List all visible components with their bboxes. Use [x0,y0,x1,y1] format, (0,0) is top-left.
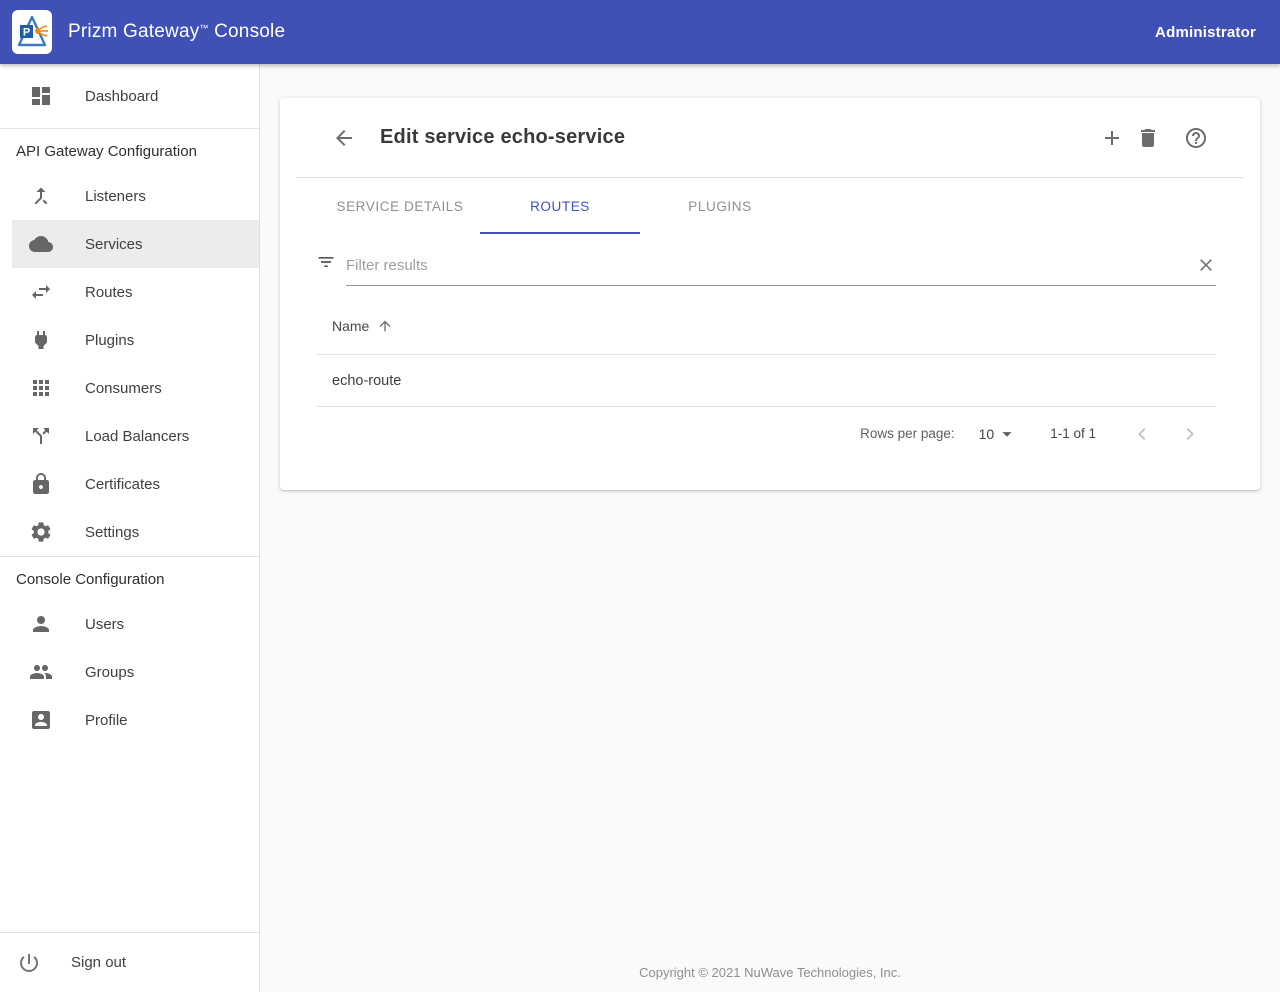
sidebar-item-consumers[interactable]: Consumers [0,364,259,412]
power-icon [17,951,41,975]
chevron-left-icon [1130,422,1154,446]
delete-service-button[interactable] [1136,126,1160,150]
sidebar-item-listeners[interactable]: Listeners [0,172,259,220]
sidebar-item-routes[interactable]: Routes [0,268,259,316]
cloud-icon [29,232,53,256]
sidebar-item-label: Routes [85,284,133,301]
section-header-api-gateway: API Gateway Configuration [0,129,259,172]
sidebar-item-groups[interactable]: Groups [0,648,259,696]
help-circle-icon [1184,126,1208,150]
sign-out-button[interactable]: Sign out [0,933,259,992]
gear-icon [29,520,53,544]
plus-icon [1100,126,1124,150]
lock-icon [29,472,53,496]
sidebar: Dashboard API Gateway Configuration List… [0,64,260,992]
sidebar-item-plugins[interactable]: Plugins [0,316,259,364]
sidebar-item-certificates[interactable]: Certificates [0,460,259,508]
tab-bar: SERVICE DETAILS ROUTES PLUGINS [320,178,1260,234]
sidebar-item-label: Users [85,616,124,633]
add-route-button[interactable] [1100,126,1124,150]
section-header-console-config: Console Configuration [0,557,259,600]
tab-routes[interactable]: ROUTES [480,178,640,234]
sidebar-item-users[interactable]: Users [0,600,259,648]
pagination: Rows per page: 10 1-1 of 1 [280,407,1260,460]
sidebar-item-services[interactable]: Services [0,220,259,268]
sidebar-item-label: Consumers [85,380,162,397]
sidebar-item-label: Plugins [85,332,134,349]
sidebar-item-label: Certificates [85,476,160,493]
contact-card-icon [29,708,53,732]
page-title: Edit service echo-service [380,126,625,149]
prizm-logo: P [12,10,52,54]
call-merge-icon [29,184,53,208]
dashboard-icon [29,84,53,108]
chevron-down-icon [996,423,1018,445]
person-icon [29,612,53,636]
trademark-symbol: ™ [199,23,208,33]
sidebar-item-dashboard[interactable]: Dashboard [0,72,259,120]
sidebar-item-profile[interactable]: Profile [0,696,259,744]
card-header: Edit service echo-service [280,98,1260,177]
swap-horizontal-icon [29,280,53,304]
rows-per-page-label: Rows per page: [860,426,955,441]
routes-table: Name echo-route [280,298,1260,407]
help-button[interactable] [1184,126,1208,150]
filter-field [346,251,1216,286]
user-menu-administrator[interactable]: Administrator [1155,24,1256,41]
filter-list-icon [316,252,336,272]
edit-service-card: Edit service echo-service [280,98,1260,490]
tab-service-details[interactable]: SERVICE DETAILS [320,178,480,234]
back-arrow-icon[interactable] [332,126,356,150]
route-name-cell: echo-route [332,373,401,389]
table-row[interactable]: echo-route [316,355,1216,406]
sidebar-item-load-balancers[interactable]: Load Balancers [0,412,259,460]
sidebar-item-settings[interactable]: Settings [0,508,259,556]
sidebar-item-label: Profile [85,712,128,729]
rows-per-page-select[interactable]: 10 [979,423,1019,445]
previous-page-button[interactable] [1130,422,1154,446]
main-content: Edit service echo-service [260,64,1280,992]
clear-x-icon[interactable] [1196,255,1216,275]
pagination-range: 1-1 of 1 [1050,426,1096,441]
svg-text:P: P [23,27,30,39]
sidebar-item-label: Settings [85,524,139,541]
filter-input[interactable] [346,251,1196,279]
column-header-name[interactable]: Name [316,298,1216,354]
sidebar-item-label: Dashboard [85,88,158,105]
sidebar-item-label: Groups [85,664,134,681]
copyright-footer: Copyright © 2021 NuWave Technologies, In… [260,965,1280,980]
trash-icon [1136,126,1160,150]
people-icon [29,660,53,684]
sign-out-label: Sign out [71,954,126,971]
arrow-up-icon [377,318,393,334]
next-page-button[interactable] [1178,422,1202,446]
app-bar: P Prizm Gateway™ Console Administrator [0,0,1280,64]
sidebar-item-label: Load Balancers [85,428,189,445]
power-plug-icon [29,328,53,352]
call-split-icon [29,424,53,448]
chevron-right-icon [1178,422,1202,446]
sidebar-item-label: Listeners [85,188,146,205]
tab-plugins[interactable]: PLUGINS [640,178,800,234]
sidebar-item-label: Services [85,236,143,253]
app-title: Prizm Gateway™ Console [68,21,285,43]
filter-row [280,234,1260,286]
apps-grid-icon [29,376,53,400]
